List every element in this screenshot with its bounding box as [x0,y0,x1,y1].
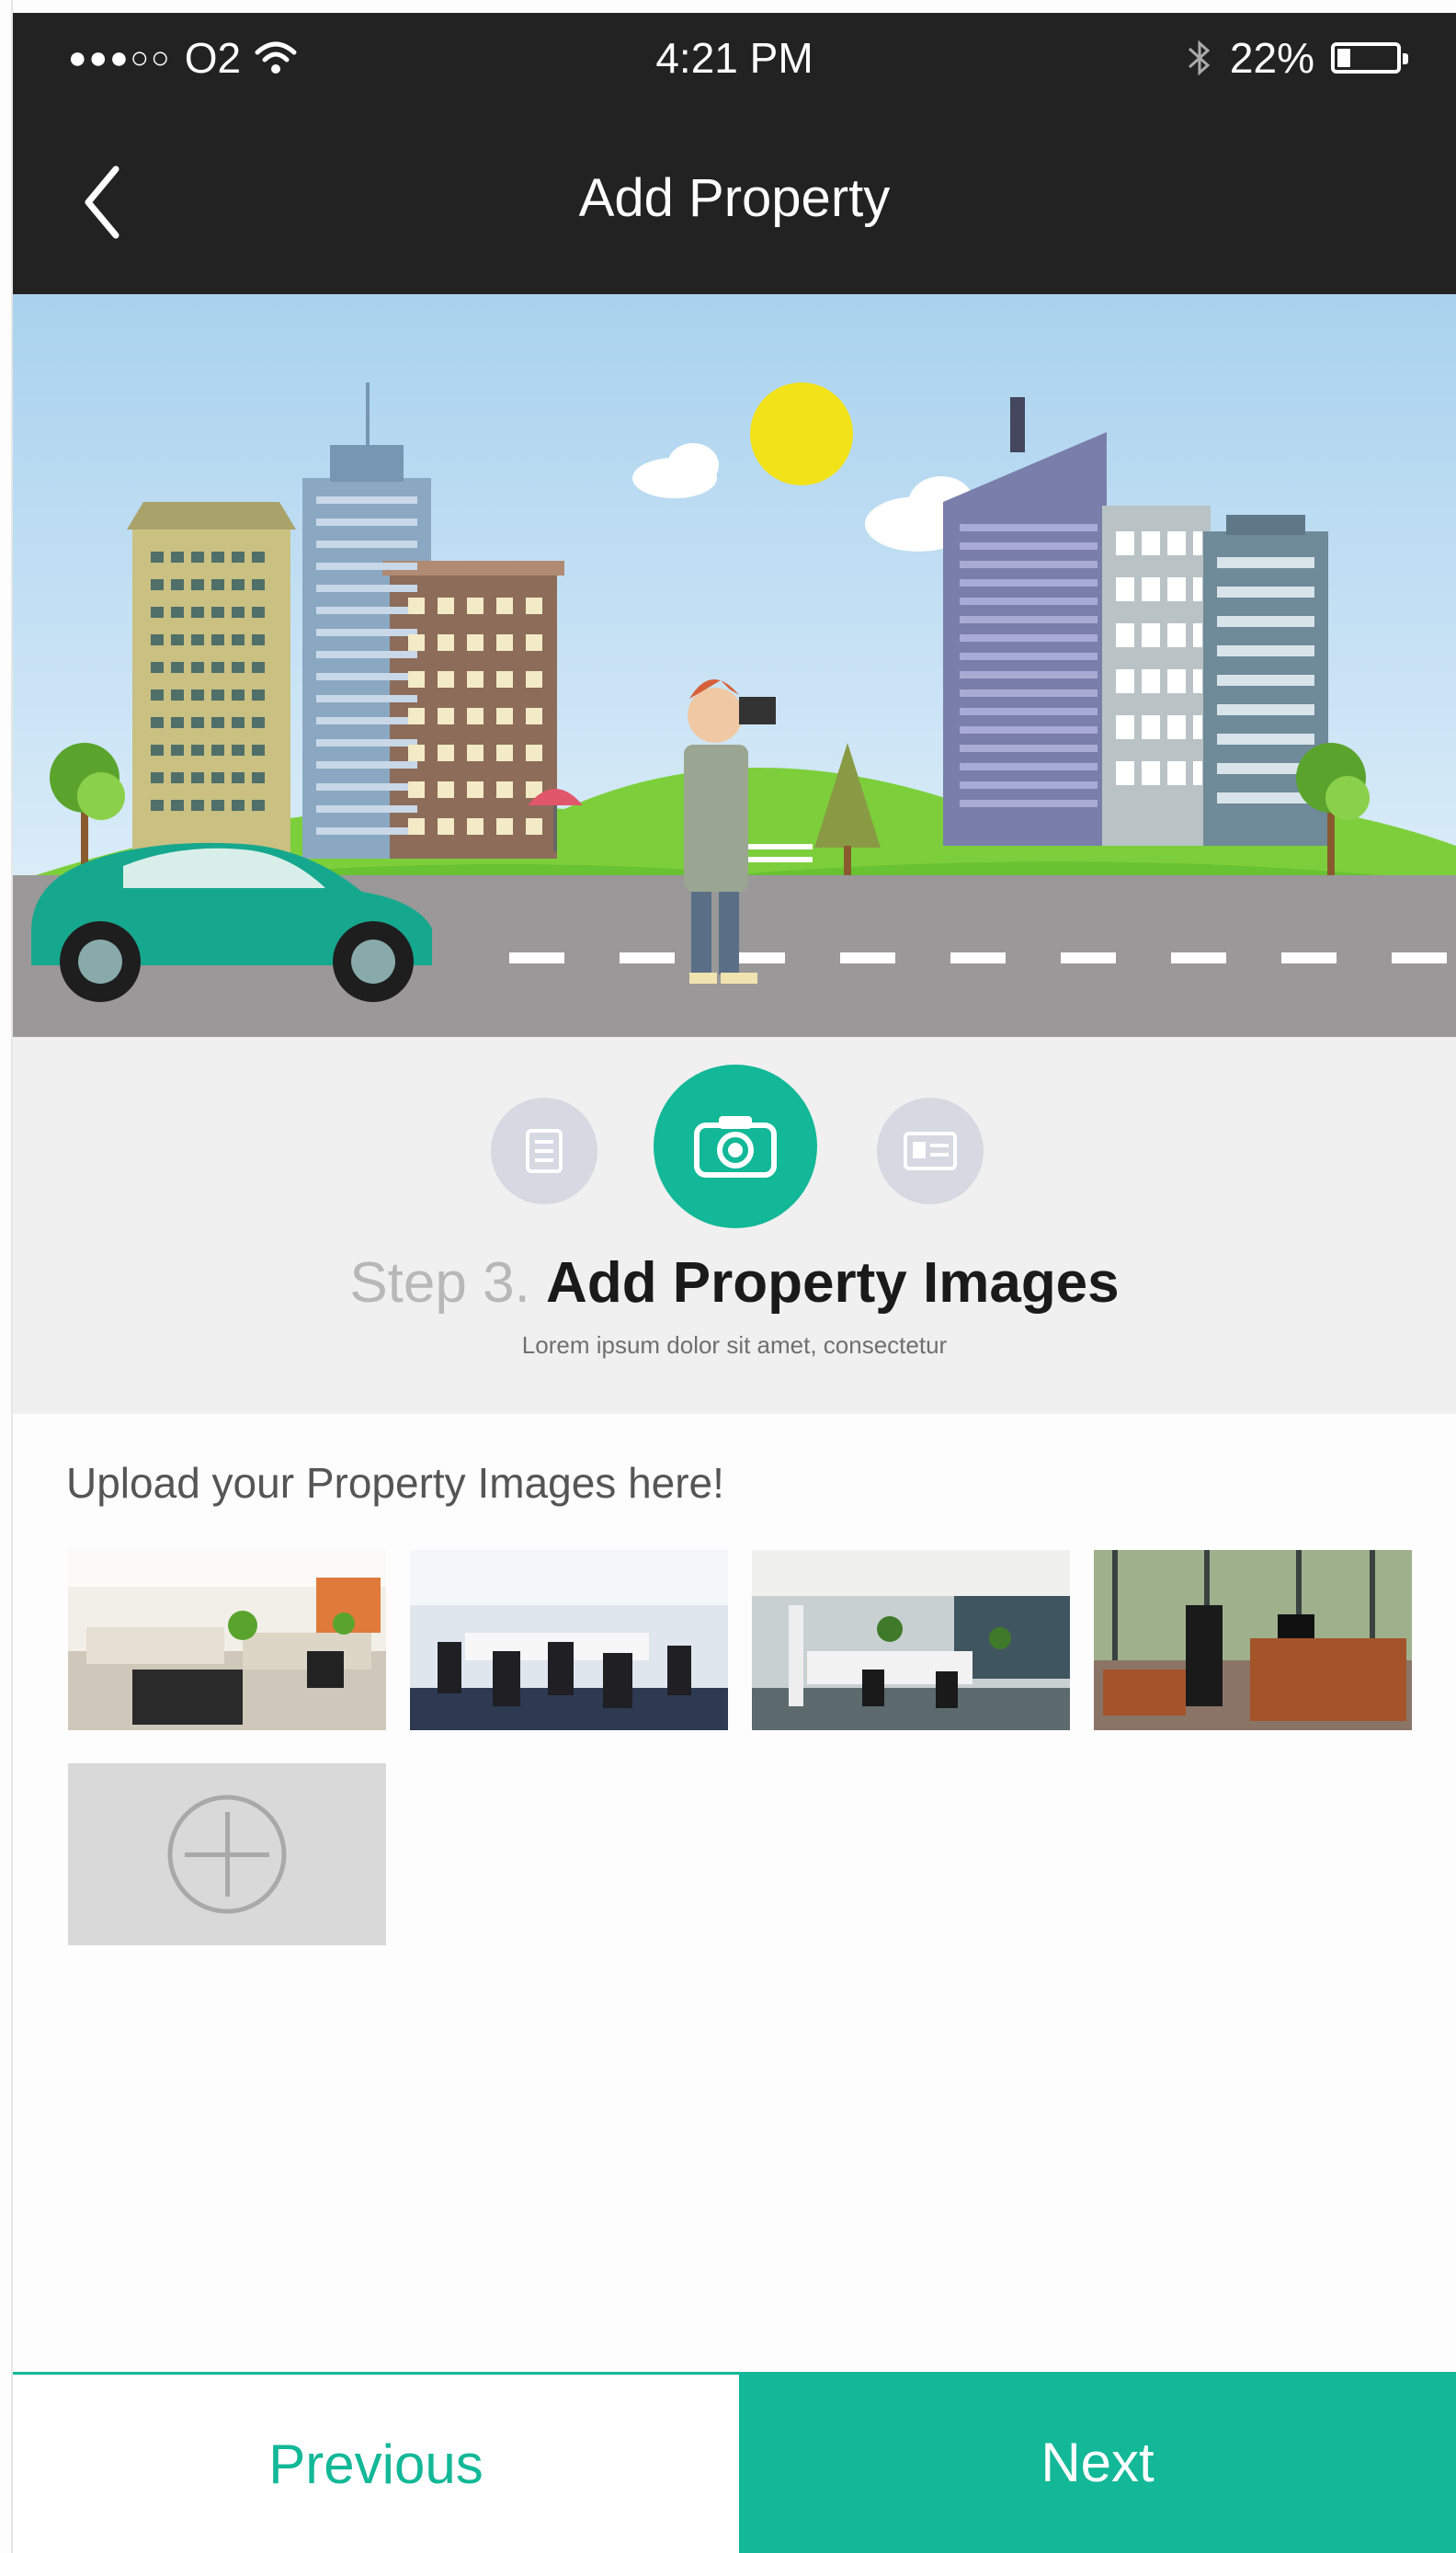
step-heading: Step 3. Add Property Images [13,1250,1456,1316]
step-number: Step 3. [349,1251,530,1315]
property-image-thumbnail[interactable] [752,1550,1070,1730]
app-screen: ●●●○○ O2 4:21 PM 22% Add Property Step 3… [0,0,1456,2553]
step-subtitle: Lorem ipsum dolor sit amet, consectetur [521,1331,948,1359]
step-title: Add Property Images [546,1251,1120,1315]
document-list-icon [526,1129,563,1173]
battery-icon [1331,42,1408,74]
property-image-thumbnail[interactable] [410,1550,728,1730]
step-4-indicator[interactable] [877,1098,984,1204]
plus-circle-icon [167,1795,287,1914]
step-1-indicator[interactable] [491,1098,597,1204]
previous-button[interactable]: Previous [13,2375,739,2553]
next-button[interactable]: Next [739,2372,1456,2553]
step-3-indicator-active[interactable] [654,1065,817,1228]
status-right: 22% [1186,33,1408,83]
add-image-button[interactable] [68,1763,386,1945]
city-illustration [13,294,1456,1037]
page-title: Add Property [578,168,891,228]
property-image-thumbnail[interactable] [68,1550,386,1730]
id-card-icon [904,1132,957,1170]
navigation-bar: Add Property [13,108,1456,294]
upload-label: Upload your Property Images here! [66,1459,724,1507]
battery-percent: 22% [1229,34,1314,82]
property-image-thumbnail[interactable] [1094,1550,1412,1730]
status-bar: ●●●○○ O2 4:21 PM 22% [13,13,1456,108]
step-indicator-panel: Step 3. Add Property Images Lorem ipsum … [13,1037,1456,1414]
camera-icon [694,1116,777,1178]
bluetooth-icon [1188,40,1211,76]
